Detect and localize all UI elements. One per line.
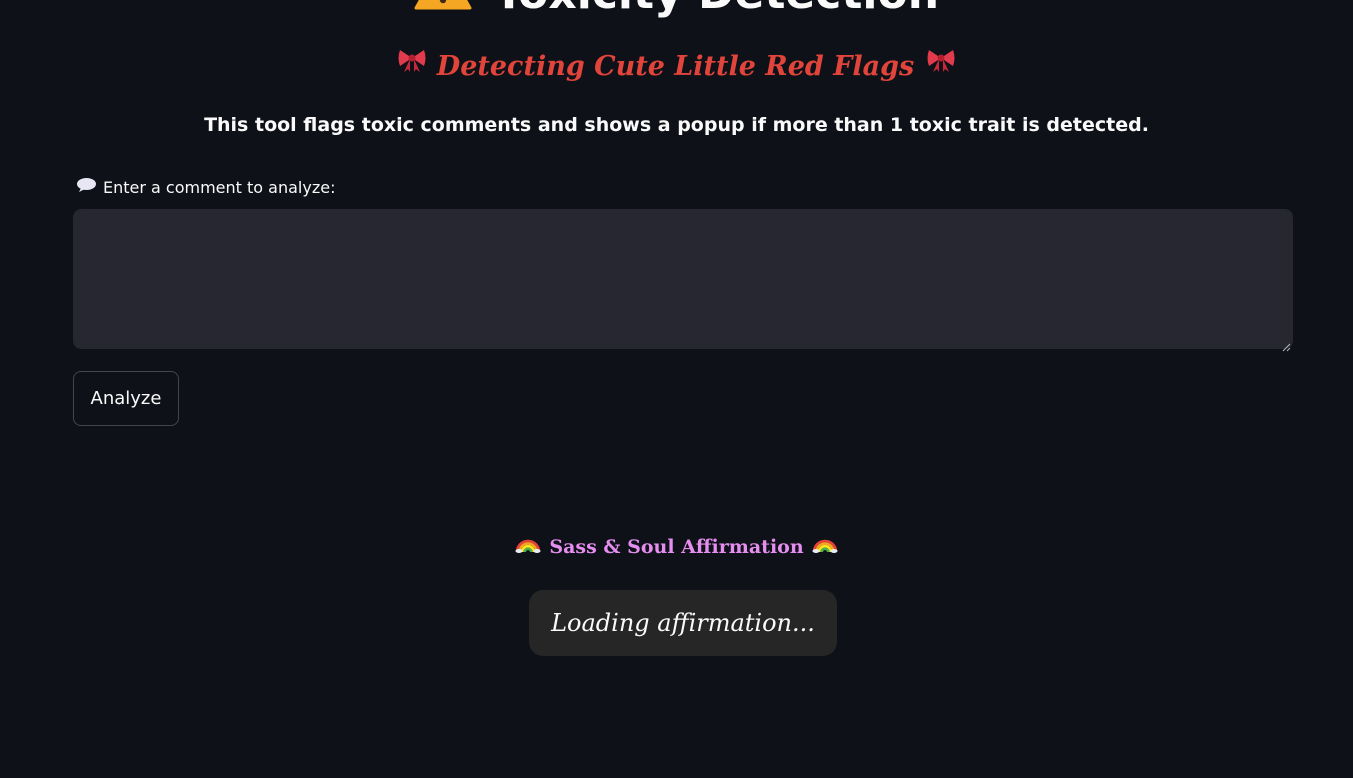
comment-input[interactable] [73, 209, 1293, 349]
affirmation-heading: Sass & Soul Affirmation [0, 534, 1353, 562]
resize-handle-icon[interactable] [1281, 337, 1291, 352]
rainbow-icon [515, 533, 541, 560]
subtitle-text: Detecting Cute Little Red Flags [436, 51, 915, 82]
speech-balloon-icon [76, 177, 97, 199]
affirmation-card: Loading affirmation... [529, 590, 837, 656]
ribbon-icon [926, 47, 956, 82]
comment-field-label: Enter a comment to analyze: [76, 177, 335, 199]
page-title-text: Toxicity Detection [494, 0, 939, 19]
app-page: Toxicity Detection Detecting Cute Little… [0, 0, 1353, 778]
ribbon-icon [397, 47, 427, 82]
rainbow-icon [812, 533, 838, 560]
analyze-button[interactable]: Analyze [73, 371, 179, 426]
page-title: Toxicity Detection [0, 0, 1353, 22]
affirmation-heading-text: Sass & Soul Affirmation [549, 536, 804, 558]
comment-field-label-text: Enter a comment to analyze: [103, 178, 336, 197]
warning-icon [414, 0, 472, 26]
tool-description: This tool flags toxic comments and shows… [204, 114, 1149, 136]
page-subtitle: Detecting Cute Little Red Flags [0, 50, 1353, 85]
